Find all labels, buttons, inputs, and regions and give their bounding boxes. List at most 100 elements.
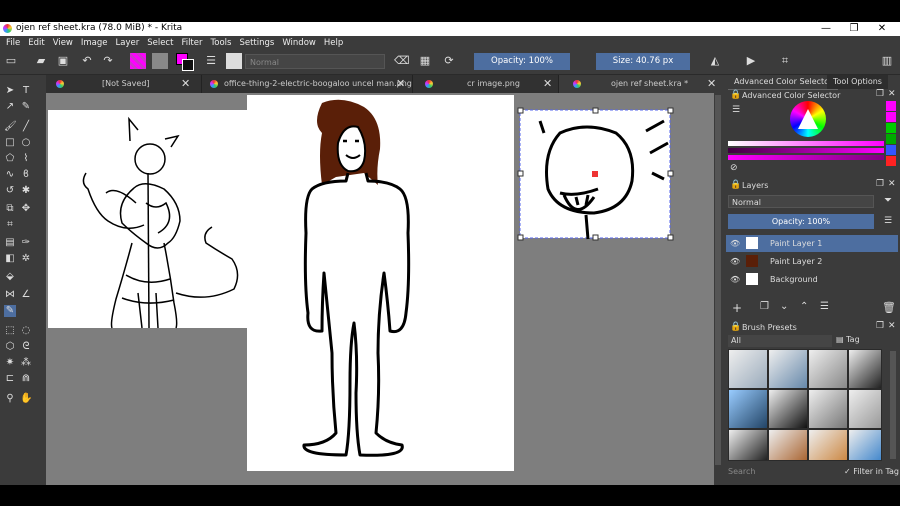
layer-row[interactable]: 👁 Background <box>726 271 898 288</box>
color-swatch[interactable] <box>886 156 896 166</box>
lock-icon[interactable]: 🔒 <box>730 90 741 100</box>
pattern-swatch[interactable] <box>152 53 168 69</box>
color-wheel[interactable] <box>790 101 826 137</box>
reset-color-icon[interactable]: ⊘ <box>730 163 738 173</box>
canvas-area[interactable] <box>46 93 714 485</box>
reference-images-icon[interactable]: ✎ <box>4 305 16 317</box>
close-docker-icon[interactable]: ✕ <box>888 179 896 189</box>
close-docker-icon[interactable]: ✕ <box>888 321 896 331</box>
alpha-lock-icon[interactable]: ▦ <box>418 54 432 68</box>
menu-filter[interactable]: Filter <box>177 36 206 50</box>
assistant-tool-icon[interactable]: ⋈ <box>4 289 16 301</box>
polyline-tool-icon[interactable]: ⌇ <box>20 153 32 165</box>
gradient-swatch[interactable] <box>130 53 146 69</box>
brush-preset[interactable] <box>808 429 848 461</box>
eraser-icon[interactable]: ⌫ <box>394 54 410 68</box>
brush-preset[interactable] <box>808 349 848 389</box>
lock-icon[interactable]: 🔒 <box>730 180 741 190</box>
reference-image[interactable] <box>517 107 674 241</box>
transform-tool-icon[interactable]: ⧉ <box>4 203 16 215</box>
gradient-tool-icon[interactable]: ▤ <box>4 237 16 249</box>
colorize-mask-icon[interactable]: ◧ <box>4 253 16 265</box>
menu-file[interactable]: File <box>2 36 24 50</box>
polygon-tool-icon[interactable]: ⬠ <box>4 153 16 165</box>
reload-preset-icon[interactable]: ⟳ <box>442 54 456 68</box>
measure-tool-icon[interactable]: ∠ <box>20 289 32 301</box>
eye-icon[interactable]: 👁 <box>730 235 740 252</box>
move-down-icon[interactable]: ⌄ <box>780 301 788 312</box>
layer-row[interactable]: 👁 Paint Layer 2 <box>726 253 898 270</box>
tag-button[interactable]: ▤ Tag <box>836 334 860 346</box>
freehand-select-icon[interactable]: ᘓ <box>20 341 32 353</box>
freehand-brush-icon[interactable]: 🖌 <box>4 121 17 133</box>
tab-tool-options[interactable]: Tool Options <box>827 75 888 89</box>
tab-advanced-color-selector[interactable]: Advanced Color Selector <box>728 75 839 90</box>
brush-preset[interactable] <box>728 349 768 389</box>
color-swatch[interactable] <box>886 112 896 122</box>
close-tab-icon[interactable]: ✕ <box>396 75 405 93</box>
magnetic-select-icon[interactable]: ⋒ <box>20 373 32 385</box>
fill-tool-icon[interactable]: ⬙ <box>4 271 16 283</box>
color-swatch[interactable] <box>886 145 896 155</box>
tab-not-saved[interactable]: [Not Saved] ✕ <box>46 75 202 93</box>
close-tab-icon[interactable]: ✕ <box>543 75 552 93</box>
canvas-drawing[interactable] <box>46 93 714 485</box>
text-tool-icon[interactable]: T <box>20 85 32 97</box>
close-tab-icon[interactable]: ✕ <box>707 75 716 93</box>
new-document-icon[interactable]: ▭ <box>4 54 18 68</box>
move-tool-icon[interactable]: ✥ <box>20 203 32 215</box>
color-swatch[interactable] <box>886 101 896 111</box>
select-shapes-icon[interactable]: ➤ <box>4 85 16 97</box>
float-docker-icon[interactable]: ❐ <box>876 179 884 189</box>
color-swatch[interactable] <box>886 134 896 144</box>
crop-tool-icon[interactable]: ⌗ <box>4 219 16 231</box>
menu-view[interactable]: View <box>49 36 77 50</box>
duplicate-layer-icon[interactable]: ❐ <box>760 301 769 312</box>
layer-opacity-slider[interactable]: Opacity: 100% <box>728 214 874 229</box>
eye-icon[interactable]: 👁 <box>730 253 740 270</box>
menu-tools[interactable]: Tools <box>207 36 236 50</box>
similar-select-icon[interactable]: ⁂ <box>20 357 32 369</box>
brush-preset[interactable] <box>848 349 882 389</box>
menu-image[interactable]: Image <box>77 36 112 50</box>
layer-blend-dropdown[interactable]: Normal <box>728 195 874 208</box>
float-docker-icon[interactable]: ❐ <box>876 321 884 331</box>
color-triangle[interactable] <box>798 109 818 129</box>
color-picker-icon[interactable]: ✑ <box>20 237 32 249</box>
close-docker-icon[interactable]: ✕ <box>888 89 896 99</box>
freehand-path-icon[interactable]: ϐ <box>20 169 32 181</box>
brush-preset-icon[interactable] <box>226 53 242 69</box>
menu-layer[interactable]: Layer <box>112 36 144 50</box>
brush-settings-icon[interactable]: ☰ <box>204 54 218 68</box>
polygon-select-icon[interactable]: ⬡ <box>4 341 16 353</box>
layer-row[interactable]: 👁 Paint Layer 1 <box>726 235 898 252</box>
blend-mode-dropdown[interactable]: Normal <box>245 54 385 69</box>
filter-icon[interactable]: ⏷ <box>884 195 892 206</box>
scrollbar-thumb[interactable] <box>715 95 721 465</box>
delete-layer-icon[interactable]: 🗑 <box>882 301 896 314</box>
color-selector-settings-icon[interactable]: ☰ <box>732 105 740 115</box>
brush-search-input[interactable]: Search <box>728 467 755 476</box>
background-color-swatch[interactable] <box>182 59 194 71</box>
layer-menu-icon[interactable]: ☰ <box>884 216 892 226</box>
hue-bar[interactable] <box>728 155 884 160</box>
edit-shapes-icon[interactable]: ↗ <box>4 101 16 113</box>
brush-filter-dropdown[interactable]: All <box>728 335 832 347</box>
saturation-bar[interactable] <box>728 141 884 146</box>
brush-preset[interactable] <box>848 429 882 461</box>
brush-preset[interactable] <box>768 349 808 389</box>
brush-preset[interactable] <box>848 389 882 429</box>
tab-office-thing[interactable]: office-thing-2-electric-boogaloo uncel m… <box>202 75 413 93</box>
brush-preset[interactable] <box>768 389 808 429</box>
float-docker-icon[interactable]: ❐ <box>876 89 884 99</box>
rect-select-icon[interactable]: ⬚ <box>4 325 16 337</box>
close-window-button[interactable]: ✕ <box>868 22 896 36</box>
brush-preset[interactable] <box>728 429 768 461</box>
menu-select[interactable]: Select <box>143 36 177 50</box>
pan-tool-icon[interactable]: ✋ <box>20 393 32 405</box>
add-layer-icon[interactable]: + <box>732 301 742 315</box>
maximize-button[interactable]: ❐ <box>840 22 868 36</box>
layer-properties-icon[interactable]: ☰ <box>820 301 829 312</box>
menu-edit[interactable]: Edit <box>24 36 48 50</box>
mirror-vertical-icon[interactable]: ▶ <box>744 54 758 68</box>
